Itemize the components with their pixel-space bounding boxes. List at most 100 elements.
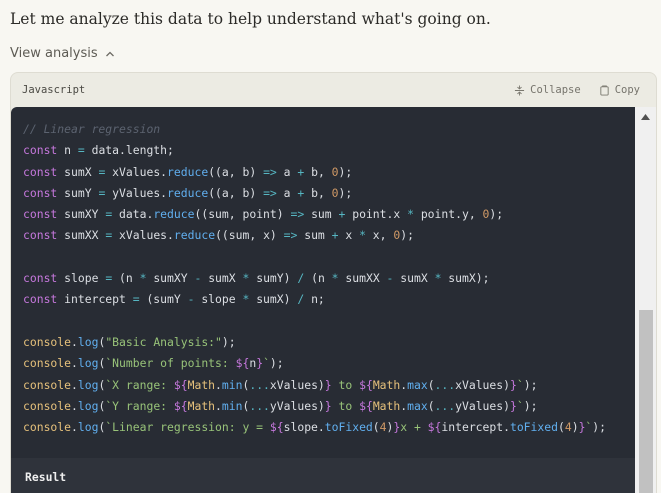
code-token: log [77,420,99,435]
code-token: => [290,207,305,222]
code-token: sumXX [338,271,387,286]
code-scrollbar[interactable] [635,107,656,493]
code-token: ((sum, point) [194,207,291,222]
code-token: = [132,292,140,307]
collapse-icon [515,84,525,96]
code-token: ); [592,420,606,435]
code-token: reduce [167,185,209,200]
code-token: xValues. [112,228,174,243]
code-token: console [23,334,72,349]
code-token: yValues) [269,398,325,413]
code-token: ${ [235,356,250,371]
code-token: slope [194,292,243,307]
code-token: const [23,164,58,179]
code-token: Math [187,377,216,392]
code-token: slope [57,271,106,286]
code-token: const [23,271,58,286]
code-token: . [71,356,78,371]
code-token: min [221,377,243,392]
code-block[interactable]: // Linear regression const n = data.lengt… [11,107,635,493]
code-token: * [331,271,339,286]
code-token: point.y, [413,207,483,222]
code-line: const sumXX = xValues.reduce((sum, x) =>… [23,225,606,246]
code-line: console.log(`Number of points: ${n}`); [23,353,606,374]
code-token: intercept [57,292,133,307]
code-token: a [276,164,298,179]
code-token: b, [304,185,332,200]
code-token: ` [263,356,270,371]
code-token: ${ [427,420,442,435]
code-token: sumX); [441,271,490,286]
collapse-button[interactable]: Collapse [514,84,581,96]
code-token: sumX [57,164,99,179]
code-token: reduce [173,228,216,243]
code-token: to [331,377,360,392]
code-token: reduce [153,207,195,222]
code-token: => [283,228,298,243]
code-language-label: Javascript [22,84,86,96]
code-token: `Number of points: [105,356,236,371]
code-token: . [71,377,78,392]
code-token: * [407,207,414,222]
code-token: => [263,185,277,200]
code-token: ); [489,207,504,222]
code-lines: // Linear regression const n = data.lengt… [23,119,606,438]
collapse-label: Collapse [530,84,581,96]
code-token: ` [516,398,524,413]
code-token: Math [372,398,401,413]
code-line: const sumX = xValues.reduce((a, b) => a … [23,162,606,183]
code-line: console.log(`Y range: ${Math.min(...yVal… [23,396,606,417]
code-token: ); [400,228,414,243]
scroll-up-button[interactable] [635,107,656,127]
code-line: const slope = (n * sumXY - sumX * sumY) … [23,268,606,289]
code-token: log [77,334,99,349]
code-token: ); [338,164,353,179]
code-token: point.x [345,207,408,222]
copy-button[interactable]: Copy [599,84,640,96]
code-token: xValues. [105,164,168,179]
code-token: n [57,143,78,158]
code-token: x [338,228,360,243]
code-token: sum [297,228,332,243]
code-token: sumXY [57,207,106,222]
code-token: Math [372,377,401,392]
code-token: "Basic Analysis:" [105,334,222,349]
code-token: 4 [564,420,572,435]
copy-icon [600,84,609,96]
scroll-thumb[interactable] [639,310,653,493]
code-token: + [331,228,339,243]
code-token: . [215,377,222,392]
result-label: Result [25,470,67,484]
code-token: sumX [201,271,243,286]
code-line: console.log("Basic Analysis:"); [23,332,606,353]
code-token: x, [365,228,394,243]
code-line: console.log(`Linear regression: y = ${sl… [23,417,606,438]
code-token: toFixed [324,420,373,435]
code-token: log [77,398,99,413]
code-token: n; [304,292,325,307]
code-token: ) [571,420,579,435]
analysis-panel: Javascript Collapse Copy // Linear regre… [10,72,657,493]
chevron-up-icon [105,51,114,56]
code-token: Math [187,398,216,413]
code-token: intercept. [441,420,510,435]
view-analysis-toggle[interactable]: View analysis [10,46,116,61]
code-token: . [71,334,78,349]
code-token: ${ [269,420,284,435]
code-token: } [324,377,332,392]
code-token: * [359,228,366,243]
code-token: const [23,292,58,307]
code-token: 0 [331,164,339,179]
code-token: `Y range: [105,398,174,413]
code-token: sumX) [249,292,298,307]
code-token: `Linear regression: y = [105,420,270,435]
code-token: data. [112,207,154,222]
code-token: ... [434,377,456,392]
code-token: ${ [173,377,188,392]
code-token: data.length; [84,143,174,158]
code-token: (sumY [139,292,188,307]
code-token: (n [304,271,332,286]
code-token: ${ [173,398,188,413]
code-token: reduce [167,164,209,179]
